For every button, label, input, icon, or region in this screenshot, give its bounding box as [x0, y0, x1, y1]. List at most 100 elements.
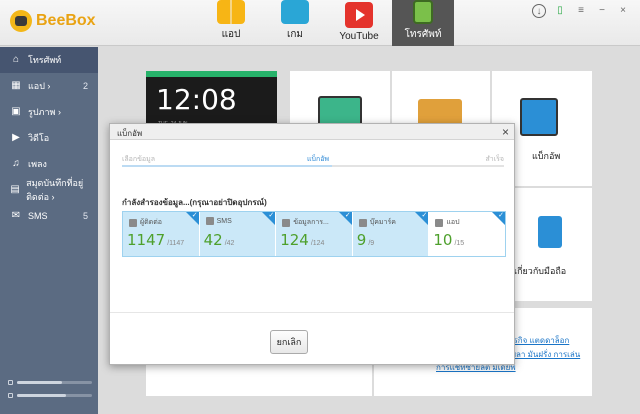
backup-phone-icon: [520, 98, 558, 136]
app-grid-icon: [217, 0, 245, 24]
close-icon[interactable]: ×: [616, 4, 630, 18]
tab-phone-label: โทรศัพท์: [404, 29, 442, 40]
photo-icon: ▣: [11, 106, 21, 117]
download-icon[interactable]: ↓: [532, 4, 546, 18]
links-line-1[interactable]: ขรกิจ แตดดาล็อก: [508, 334, 569, 347]
contacts-icon: ▤: [10, 184, 20, 195]
phone-storage-bar: [8, 377, 92, 387]
card-total-count: /15: [454, 240, 465, 247]
tab-phone[interactable]: โทรศัพท์: [392, 0, 454, 46]
sidebar-item-label: รูปภาพ ›: [28, 107, 61, 117]
dialog-close-icon[interactable]: ×: [502, 125, 509, 139]
backup-card-apps: แอป 10/15: [429, 212, 505, 256]
sidebar-item-photos[interactable]: ▣ รูปภาพ ›: [0, 99, 98, 125]
card-label: ผู้ติดต่อ: [140, 219, 162, 226]
tile-about-label: เกี่ยวกับมือถือ: [514, 266, 567, 276]
phone-icon: [413, 0, 433, 24]
app-logo: BeeBox: [10, 10, 96, 32]
sidebar-item-label: วิดีโอ: [28, 133, 50, 143]
app-name: BeeBox: [36, 12, 96, 29]
sms-icon: ✉: [11, 210, 21, 221]
sidebar-item-sms[interactable]: ✉ SMS 5: [0, 203, 98, 229]
phone-clock: 12:08: [156, 83, 237, 116]
sidebar-item-label: SMS: [28, 211, 48, 221]
tab-youtube[interactable]: YouTube: [328, 0, 390, 46]
check-icon: [338, 212, 352, 225]
sidebar-item-contacts[interactable]: ▤ สมุดบันทึกที่อยู่ติดต่อ ›: [0, 177, 98, 203]
backup-card-bookmarks: บุ๊คมาร์ค 9/9: [352, 212, 430, 256]
tab-games-label: เกม: [286, 29, 304, 40]
call-log-icon: [282, 218, 291, 227]
card-done-count: 42: [203, 231, 223, 249]
backup-card-call-log: ข้อมูลการ... 124/124: [276, 212, 353, 256]
music-icon: ♫: [12, 158, 20, 169]
sidebar-item-label: เพลง: [28, 159, 47, 169]
card-total-count: /1147: [167, 240, 185, 247]
minimize-icon[interactable]: −: [595, 4, 609, 18]
card-total-count: /42: [224, 240, 235, 247]
storage-indicators: [8, 374, 92, 400]
step-done: สำเร็จ: [485, 156, 504, 163]
phone-status-icon[interactable]: ▯: [553, 4, 567, 18]
sidebar-item-label: สมุดบันทึกที่อยู่ติดต่อ ›: [26, 178, 84, 202]
step-select: เลือกข้อมูล: [122, 156, 156, 163]
sidebar-item-phone[interactable]: ⌂ โทรศัพท์: [0, 47, 98, 73]
tab-apps[interactable]: แอป: [200, 0, 262, 46]
youtube-icon: [345, 2, 373, 28]
main-nav: แอป เกม YouTube โทรศัพท์: [200, 0, 456, 46]
top-bar: BeeBox แอป เกม YouTube โทรศัพท์ ↓ ▯ ≡ − …: [0, 0, 640, 46]
dialog-header: แบ็กอัพ ×: [110, 124, 514, 140]
sidebar-item-count: 2: [82, 81, 88, 91]
check-icon: [491, 212, 505, 225]
card-label: บุ๊คมาร์ค: [369, 219, 396, 226]
sd-storage-icon: [8, 392, 13, 398]
sidebar: ⌂ โทรศัพท์ ▦ แอป › 2 ▣ รูปภาพ › ▶ วิดีโอ…: [0, 47, 98, 414]
sidebar-item-label: แอป ›: [28, 81, 51, 91]
card-label: SMS: [216, 217, 232, 225]
tab-games[interactable]: เกม: [264, 0, 326, 46]
backup-card-contacts: ผู้ติดต่อ 1147/1147: [123, 212, 200, 256]
step-backup: แบ็กอัพ: [307, 156, 330, 163]
backup-status-message: กำลังสำรองข้อมูล...(กรุณาอย่าปิดอุปกรณ์): [122, 198, 267, 207]
app-icon: [435, 218, 444, 227]
tab-youtube-label: YouTube: [339, 31, 379, 42]
backup-steps: เลือกข้อมูล แบ็กอัพ สำเร็จ: [122, 154, 504, 168]
apps-icon: ▦: [11, 80, 21, 91]
sidebar-item-videos[interactable]: ▶ วิดีโอ: [0, 125, 98, 151]
tab-apps-label: แอป: [221, 29, 241, 40]
card-total-count: /9: [368, 240, 375, 247]
sidebar-item-label: โทรศัพท์: [28, 55, 62, 65]
card-done-count: 10: [433, 231, 453, 249]
dialog-divider: [110, 312, 514, 313]
beebox-logo-icon: [10, 10, 32, 32]
backup-category-cards: ผู้ติดต่อ 1147/1147 SMS 42/42 ข้อมูลการ.…: [122, 211, 506, 257]
gamepad-icon: [281, 0, 309, 24]
card-done-count: 1147: [127, 231, 166, 249]
sms-icon: [205, 217, 214, 225]
bookmark-icon: [358, 218, 367, 227]
about-phone-icon: [538, 216, 562, 248]
sidebar-item-music[interactable]: ♫ เพลง: [0, 151, 98, 177]
sidebar-item-apps[interactable]: ▦ แอป › 2: [0, 73, 98, 99]
person-icon: [129, 218, 137, 227]
sidebar-item-count: 5: [82, 211, 88, 221]
card-label: แอป: [446, 219, 460, 226]
phone-screen-preview: 12:08 TUE, 24 JUN: [146, 71, 277, 127]
check-icon: [185, 212, 199, 225]
backup-card-sms: SMS 42/42: [199, 212, 277, 256]
home-icon: ⌂: [12, 54, 20, 65]
links-line-2[interactable]: เพลา มันฝรั่ง การเล่น: [508, 348, 580, 361]
dialog-title: แบ็กอัพ: [117, 129, 143, 138]
check-icon: [262, 212, 276, 225]
card-done-count: 9: [356, 231, 367, 249]
sd-storage-bar: [8, 390, 92, 400]
card-total-count: /124: [310, 240, 325, 247]
cancel-button[interactable]: ยกเลิก: [270, 330, 308, 354]
card-done-count: 124: [280, 231, 309, 249]
tile-backup-label: แบ็กอัพ: [532, 151, 561, 161]
window-controls: ↓ ▯ ≡ − ×: [532, 4, 630, 18]
menu-icon[interactable]: ≡: [574, 4, 588, 18]
backup-dialog: แบ็กอัพ × เลือกข้อมูล แบ็กอัพ สำเร็จ กำล…: [109, 123, 515, 365]
video-icon: ▶: [12, 132, 20, 143]
card-label: ข้อมูลการ...: [293, 219, 329, 226]
